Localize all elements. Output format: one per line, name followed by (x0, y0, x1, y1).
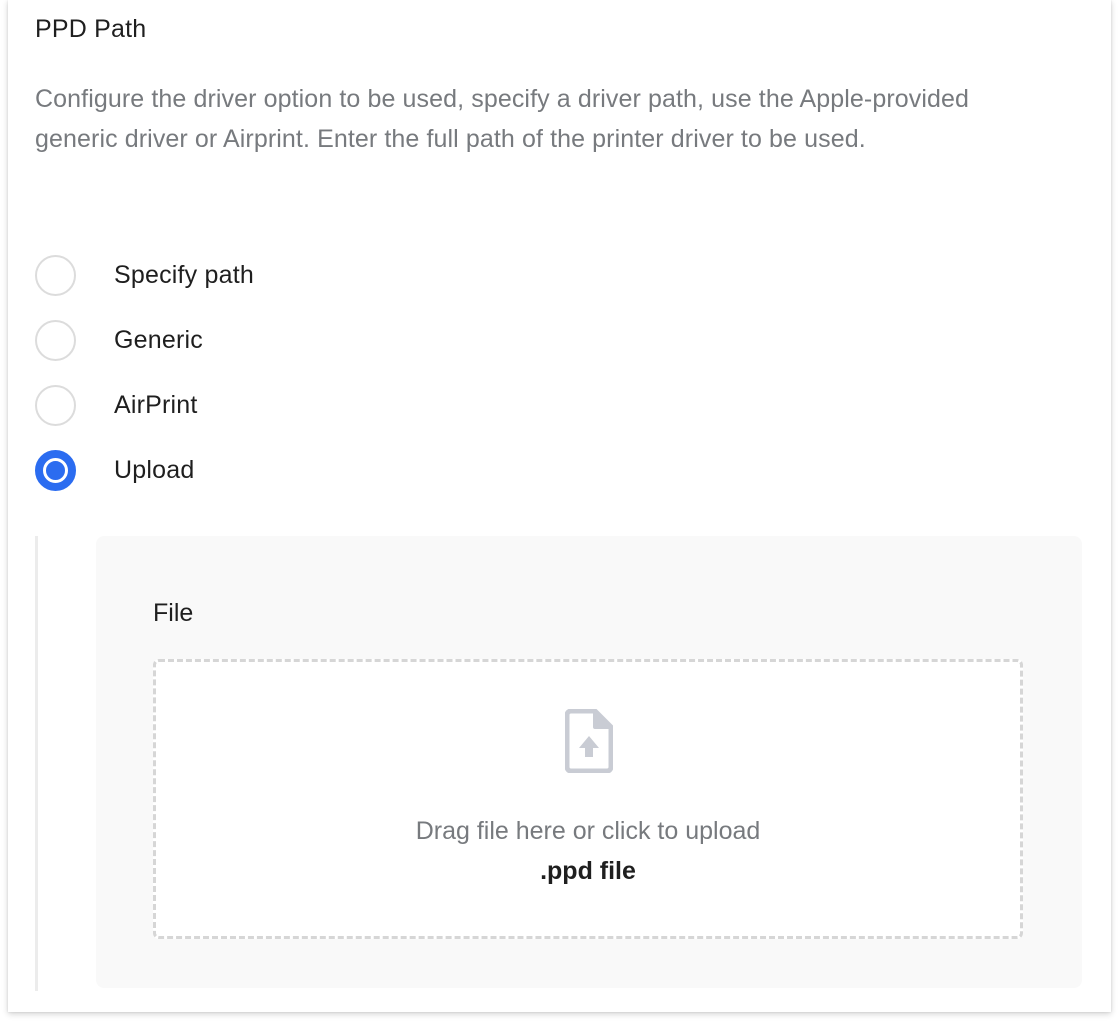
accepted-file-type: .ppd file (540, 857, 636, 885)
radio-label-generic: Generic (114, 326, 203, 354)
upload-panel: File Drag file here or click to upload .… (96, 536, 1082, 988)
radio-option-specify-path[interactable]: Specify path (35, 243, 254, 308)
ppd-path-panel: PPD Path Configure the driver option to … (8, 0, 1111, 1012)
file-upload-icon (565, 709, 613, 773)
section-title: PPD Path (35, 15, 147, 43)
radio-option-upload[interactable]: Upload (35, 438, 254, 503)
radio-button-airprint[interactable] (35, 385, 76, 426)
radio-option-airprint[interactable]: AirPrint (35, 373, 254, 438)
radio-button-generic[interactable] (35, 320, 76, 361)
file-field-label: File (153, 599, 194, 627)
radio-button-upload[interactable] (35, 450, 76, 491)
section-description: Configure the driver option to be used, … (35, 85, 970, 153)
driver-option-radio-group: Specify path Generic AirPrint Upload (35, 243, 254, 503)
nested-indent-line (35, 536, 38, 991)
radio-label-upload: Upload (114, 456, 195, 484)
radio-option-generic[interactable]: Generic (35, 308, 254, 373)
radio-label-specify-path: Specify path (114, 261, 254, 289)
radio-button-specify-path[interactable] (35, 255, 76, 296)
radio-label-airprint: AirPrint (114, 391, 198, 419)
file-dropzone[interactable]: Drag file here or click to upload .ppd f… (153, 659, 1023, 939)
dropzone-instruction: Drag file here or click to upload (415, 817, 761, 845)
